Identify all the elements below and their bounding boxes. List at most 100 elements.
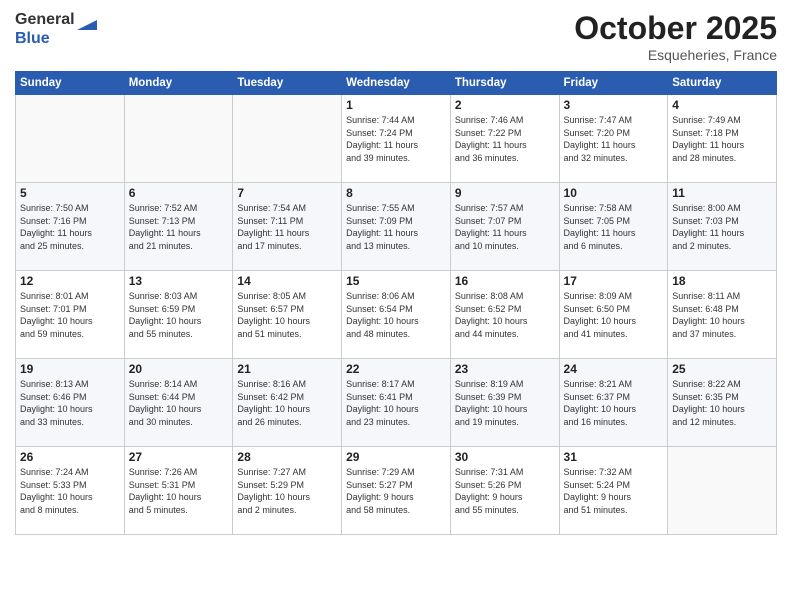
day-info-line: and 16 minutes.: [564, 416, 664, 429]
day-info-line: Sunrise: 8:05 AM: [237, 290, 337, 303]
calendar-header: Sunday Monday Tuesday Wednesday Thursday…: [16, 72, 777, 95]
day-info-line: Sunrise: 7:24 AM: [20, 466, 120, 479]
day-info-line: Sunset: 5:33 PM: [20, 479, 120, 492]
col-tuesday: Tuesday: [233, 72, 342, 95]
day-number: 26: [20, 450, 120, 464]
day-info-line: and 2 minutes.: [237, 504, 337, 517]
day-cell: 25 Sunrise: 8:22 AMSunset: 6:35 PMDayligh…: [668, 359, 777, 447]
calendar-table: Sunday Monday Tuesday Wednesday Thursday…: [15, 71, 777, 535]
day-info-line: Sunrise: 7:55 AM: [346, 202, 446, 215]
day-info-line: and 12 minutes.: [672, 416, 772, 429]
day-cell: 14Sunrise: 8:05 AMSunset: 6:57 PMDayligh…: [233, 271, 342, 359]
week-row-2: 12Sunrise: 8:01 AMSunset: 7:01 PMDayligh…: [16, 271, 777, 359]
day-info-line: Sunrise: 8:03 AM: [129, 290, 229, 303]
day-info-line: Sunrise: 7:50 AM: [20, 202, 120, 215]
day-cell: [16, 95, 125, 183]
day-number: 28: [237, 450, 337, 464]
day-info-line: and 28 minutes.: [672, 152, 772, 165]
day-info-line: and 39 minutes.: [346, 152, 446, 165]
day-info-line: Sunset: 6:52 PM: [455, 303, 555, 316]
day-info-line: Daylight: 11 hours: [455, 139, 555, 152]
day-info-line: Sunrise: 7:46 AM: [455, 114, 555, 127]
weekday-row: Sunday Monday Tuesday Wednesday Thursday…: [16, 72, 777, 95]
header: General Blue October 2025 Esqueheries, F…: [15, 10, 777, 63]
day-cell: 6Sunrise: 7:52 AMSunset: 7:13 PMDaylight…: [124, 183, 233, 271]
day-info-line: and 8 minutes.: [20, 504, 120, 517]
day-number: 17: [564, 274, 664, 288]
day-info-line: Daylight: 10 hours: [455, 403, 555, 416]
day-info-line: Sunset: 6:50 PM: [564, 303, 664, 316]
day-info-line: Sunrise: 8:08 AM: [455, 290, 555, 303]
day-info-line: Sunset: 5:26 PM: [455, 479, 555, 492]
day-info-line: Sunset: 7:13 PM: [129, 215, 229, 228]
day-info-line: Sunset: 6:35 PM: [672, 391, 772, 404]
day-info-line: and 2 minutes.: [672, 240, 772, 253]
day-cell: 8Sunrise: 7:55 AMSunset: 7:09 PMDaylight…: [342, 183, 451, 271]
month-title: October 2025: [574, 10, 777, 47]
day-number: 29: [346, 450, 446, 464]
day-info-line: Daylight: 10 hours: [672, 403, 772, 416]
day-info-line: Sunset: 5:31 PM: [129, 479, 229, 492]
day-info-line: and 30 minutes.: [129, 416, 229, 429]
day-cell: 10Sunrise: 7:58 AMSunset: 7:05 PMDayligh…: [559, 183, 668, 271]
day-cell: 21Sunrise: 8:16 AMSunset: 6:42 PMDayligh…: [233, 359, 342, 447]
day-info-line: Sunset: 6:37 PM: [564, 391, 664, 404]
day-info-line: Sunrise: 7:26 AM: [129, 466, 229, 479]
day-info-line: Sunrise: 8:01 AM: [20, 290, 120, 303]
day-cell: 18Sunrise: 8:11 AMSunset: 6:48 PMDayligh…: [668, 271, 777, 359]
day-info-line: Sunrise: 7:49 AM: [672, 114, 772, 127]
day-cell: 2Sunrise: 7:46 AMSunset: 7:22 PMDaylight…: [450, 95, 559, 183]
day-number: 7: [237, 186, 337, 200]
col-thursday: Thursday: [450, 72, 559, 95]
day-info-line: Sunrise: 8:22 AM: [672, 378, 772, 391]
day-info-line: Daylight: 10 hours: [129, 491, 229, 504]
day-info-line: Sunset: 7:24 PM: [346, 127, 446, 140]
day-info-line: and 6 minutes.: [564, 240, 664, 253]
day-number: 13: [129, 274, 229, 288]
logo-icon: [77, 10, 97, 30]
day-number: 5: [20, 186, 120, 200]
day-number: 25: [672, 362, 772, 376]
day-cell: 7Sunrise: 7:54 AMSunset: 7:11 PMDaylight…: [233, 183, 342, 271]
day-cell: 28Sunrise: 7:27 AMSunset: 5:29 PMDayligh…: [233, 447, 342, 535]
day-number: 20: [129, 362, 229, 376]
day-info-line: Daylight: 10 hours: [20, 315, 120, 328]
day-number: 6: [129, 186, 229, 200]
day-info-line: Sunrise: 8:13 AM: [20, 378, 120, 391]
day-info-line: Sunset: 7:16 PM: [20, 215, 120, 228]
day-info-line: Sunrise: 8:21 AM: [564, 378, 664, 391]
day-info-line: and 23 minutes.: [346, 416, 446, 429]
day-info-line: Daylight: 9 hours: [564, 491, 664, 504]
day-info-line: Daylight: 10 hours: [237, 491, 337, 504]
day-cell: 12Sunrise: 8:01 AMSunset: 7:01 PMDayligh…: [16, 271, 125, 359]
day-number: 23: [455, 362, 555, 376]
day-info-line: Daylight: 10 hours: [455, 315, 555, 328]
day-info-line: Daylight: 11 hours: [20, 227, 120, 240]
calendar-body: 1Sunrise: 7:44 AMSunset: 7:24 PMDaylight…: [16, 95, 777, 535]
day-number: 19: [20, 362, 120, 376]
day-number: 22: [346, 362, 446, 376]
day-number: 15: [346, 274, 446, 288]
day-info-line: and 44 minutes.: [455, 328, 555, 341]
day-info-line: and 59 minutes.: [20, 328, 120, 341]
day-info-line: Sunrise: 7:32 AM: [564, 466, 664, 479]
day-cell: 4Sunrise: 7:49 AMSunset: 7:18 PMDaylight…: [668, 95, 777, 183]
day-number: 14: [237, 274, 337, 288]
day-cell: 5 Sunrise: 7:50 AMSunset: 7:16 PMDaylight…: [16, 183, 125, 271]
week-row-4: 26Sunrise: 7:24 AMSunset: 5:33 PMDayligh…: [16, 447, 777, 535]
day-info-line: Daylight: 10 hours: [20, 491, 120, 504]
day-info-line: Daylight: 11 hours: [237, 227, 337, 240]
day-info-line: Sunset: 5:27 PM: [346, 479, 446, 492]
day-cell: 17Sunrise: 8:09 AMSunset: 6:50 PMDayligh…: [559, 271, 668, 359]
day-info-line: Sunrise: 8:16 AM: [237, 378, 337, 391]
day-info-line: Daylight: 10 hours: [672, 315, 772, 328]
day-info-line: Daylight: 11 hours: [129, 227, 229, 240]
day-cell: 31Sunrise: 7:32 AMSunset: 5:24 PMDayligh…: [559, 447, 668, 535]
day-cell: 27Sunrise: 7:26 AMSunset: 5:31 PMDayligh…: [124, 447, 233, 535]
day-info-line: Daylight: 10 hours: [564, 403, 664, 416]
day-cell: 30Sunrise: 7:31 AMSunset: 5:26 PMDayligh…: [450, 447, 559, 535]
day-info-line: and 13 minutes.: [346, 240, 446, 253]
day-info-line: Sunset: 6:48 PM: [672, 303, 772, 316]
day-info-line: Sunset: 6:44 PM: [129, 391, 229, 404]
day-info-line: Daylight: 11 hours: [564, 139, 664, 152]
